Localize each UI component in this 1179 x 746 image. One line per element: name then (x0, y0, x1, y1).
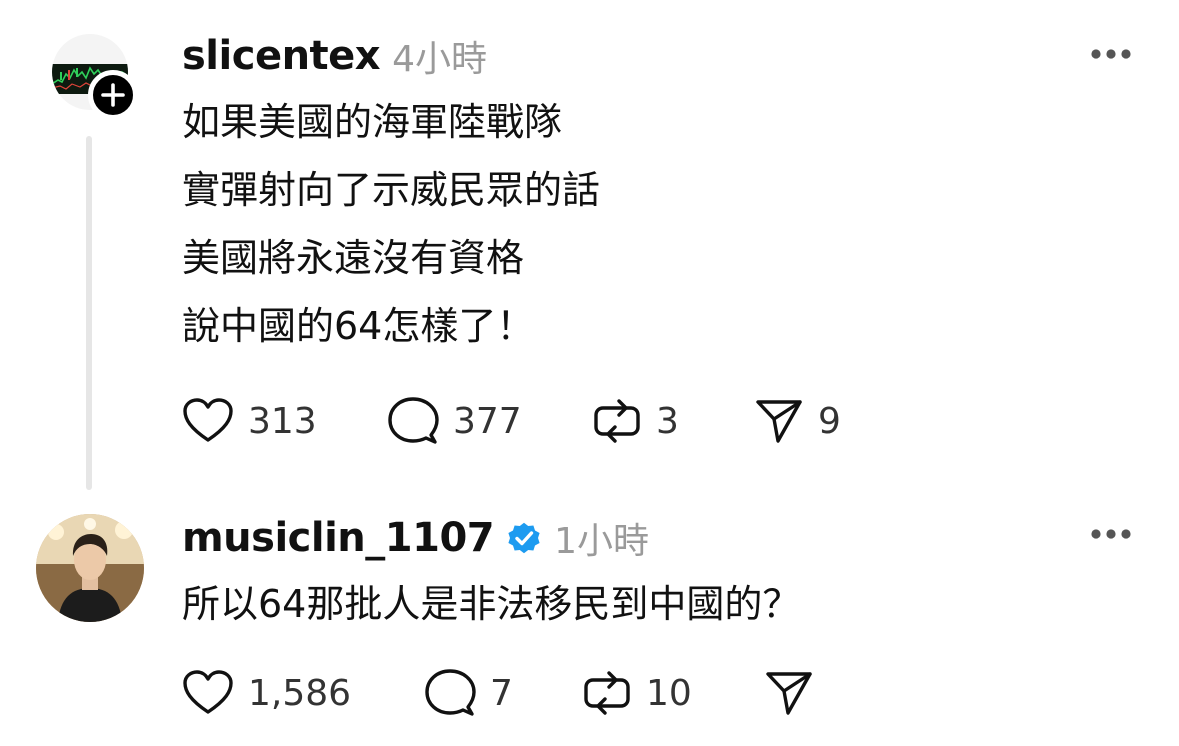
reply-count: 377 (453, 400, 522, 442)
reply-count: 7 (490, 672, 513, 714)
repost-icon (584, 671, 630, 715)
follow-button[interactable] (88, 70, 138, 120)
username[interactable]: musiclin_1107 (182, 515, 495, 561)
post-body-line: 實彈射向了示威民眾的話 (182, 168, 601, 212)
reply-button[interactable]: 377 (387, 396, 522, 446)
thread-post: slicentex 4小時 如果美國的海軍陸戰隊 實彈射向了示威民眾的話 美國將… (0, 0, 1179, 500)
avatar-container[interactable] (36, 514, 144, 622)
post-body: 如果美國的海軍陸戰隊 實彈射向了示威民眾的話 美國將永遠沒有資格 說中國的64怎… (182, 88, 600, 360)
send-icon (766, 672, 812, 715)
speech-bubble-icon (388, 397, 439, 444)
post-header: musiclin_1107 1小時 (182, 512, 649, 564)
like-count: 313 (248, 400, 317, 442)
more-options-icon[interactable] (1090, 528, 1132, 540)
like-button[interactable]: 313 (182, 396, 317, 446)
thread-connector-line (86, 136, 92, 490)
avatar-container[interactable] (52, 34, 138, 120)
plus-icon (101, 83, 125, 107)
verified-badge-icon (508, 522, 540, 554)
like-button[interactable]: 1,586 (182, 668, 351, 718)
avatar[interactable] (36, 514, 144, 622)
repost-icon (594, 399, 640, 443)
like-count: 1,586 (248, 672, 352, 714)
repost-button[interactable]: 3 (592, 396, 679, 446)
heart-icon (183, 398, 233, 442)
more-options-icon[interactable] (1090, 48, 1132, 60)
timestamp[interactable]: 4小時 (392, 30, 487, 82)
post-body-line: 說中國的64怎樣了！ (182, 304, 535, 348)
heart-icon (183, 670, 233, 714)
post-header: slicentex 4小時 (182, 30, 487, 82)
share-count: 9 (818, 400, 841, 442)
send-icon (756, 400, 802, 443)
username[interactable]: slicentex (182, 33, 381, 79)
repost-count: 3 (656, 400, 679, 442)
repost-count: 10 (646, 672, 692, 714)
post-body-line: 美國將永遠沒有資格 (182, 236, 525, 280)
post-body: 所以64那批人是非法移民到中國的？ (182, 570, 800, 638)
reply-post: musiclin_1107 1小時 所以64那批人是非法移民到中國的？ 1,58… (0, 500, 1179, 746)
post-body-line: 所以64那批人是非法移民到中國的？ (182, 582, 801, 626)
repost-button[interactable]: 10 (582, 668, 692, 718)
timestamp[interactable]: 1小時 (554, 512, 649, 564)
reply-button[interactable]: 7 (424, 668, 513, 718)
speech-bubble-icon (425, 669, 476, 716)
share-button[interactable]: 9 (754, 396, 841, 446)
share-button[interactable] (764, 668, 828, 718)
post-body-line: 如果美國的海軍陸戰隊 (182, 100, 563, 144)
